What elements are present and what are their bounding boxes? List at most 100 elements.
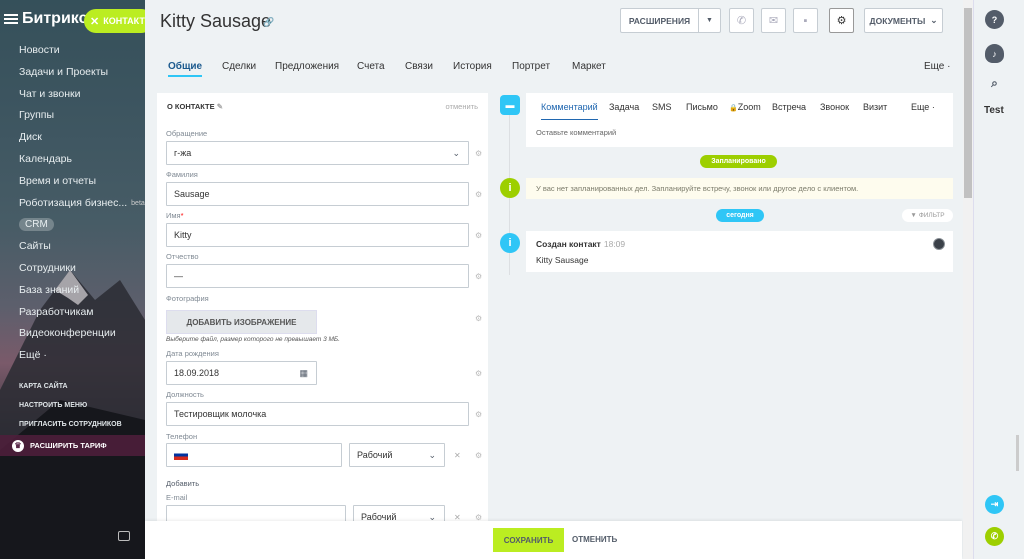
tabs-more[interactable]: Еще · xyxy=(924,55,950,77)
sidebar-item-sites[interactable]: Сайты xyxy=(0,236,145,258)
pencil-icon[interactable]: ✎ xyxy=(217,102,223,111)
timeline-tab-mail[interactable]: Письмо xyxy=(686,102,718,112)
remove-phone-icon[interactable]: ✕ xyxy=(454,451,461,460)
sidebar-item-groups[interactable]: Группы xyxy=(0,105,145,127)
tab-portrait[interactable]: Портрет xyxy=(512,55,550,77)
gear-icon[interactable]: ⚙ xyxy=(475,410,482,419)
phone-type-select[interactable]: Рабочий ⌄ xyxy=(349,443,445,467)
timeline-tab-meeting[interactable]: Встреча xyxy=(772,102,806,112)
contact-slider-tab[interactable]: ✕ КОНТАКТ xyxy=(84,9,145,33)
link-icon[interactable]: 🔗 xyxy=(263,17,274,28)
timeline-tab-comment[interactable]: Комментарий xyxy=(541,102,598,120)
form-cancel-link[interactable]: отменить xyxy=(446,102,478,111)
salutation-value: г-жа xyxy=(174,148,192,158)
middlename-field[interactable]: — xyxy=(166,264,469,288)
sidebar-item-tasks[interactable]: Задачи и Проекты xyxy=(0,62,145,84)
vertical-scrollbar[interactable] xyxy=(963,0,973,559)
gear-icon[interactable]: ⚙ xyxy=(475,314,482,323)
bell-icon[interactable]: ♪ xyxy=(985,44,1004,63)
invite-users-link[interactable]: ПРИГЛАСИТЬ СОТРУДНИКОВ xyxy=(0,415,145,434)
sidebar-item-crm[interactable]: CRM xyxy=(0,214,145,236)
exit-icon[interactable]: ⇥ xyxy=(985,495,1004,514)
tab-general[interactable]: Общие xyxy=(168,55,203,77)
mail-icon[interactable]: ✉ xyxy=(761,8,786,33)
sidebar-item-time-reports[interactable]: Время и отчеты xyxy=(0,171,145,193)
help-icon[interactable]: ? xyxy=(985,10,1004,29)
gear-icon[interactable]: ⚙ xyxy=(475,190,482,199)
salutation-select[interactable]: г-жа ⌄ xyxy=(166,141,469,165)
upgrade-plan-button[interactable]: ♛ РАСШИРИТЬ ТАРИФ xyxy=(0,435,145,456)
close-icon[interactable]: ✕ xyxy=(90,15,99,28)
filter-label: ФИЛЬТР xyxy=(918,212,945,219)
birthday-field[interactable]: 18.09.2018 ▦ xyxy=(166,361,317,385)
timeline-tab-task[interactable]: Задача xyxy=(609,102,639,112)
phone-icon[interactable]: ✆ xyxy=(729,8,754,33)
upgrade-plan-label: РАСШИРИТЬ ТАРИФ xyxy=(30,441,107,450)
sidebar-item-automation[interactable]: Роботизация бизнес... beta xyxy=(0,193,145,215)
sidebar-item-videoconf[interactable]: Видеоконференции xyxy=(0,323,145,345)
lastname-field[interactable]: Sausage xyxy=(166,182,469,206)
sidebar-item-knowledge[interactable]: База знаний xyxy=(0,280,145,302)
search-icon[interactable]: ⌕ xyxy=(985,74,1004,93)
filter-button[interactable]: ▼ ФИЛЬТР xyxy=(902,209,953,222)
bitrix-logo[interactable]: Битрикс xyxy=(22,10,87,28)
timeline-tab-call[interactable]: Звонок xyxy=(820,102,849,112)
cancel-button[interactable]: ОТМЕНИТЬ xyxy=(572,528,617,552)
chevron-down-icon[interactable]: ▼ xyxy=(698,9,720,32)
gear-icon[interactable]: ⚙ xyxy=(475,149,482,158)
sidebar-item-chat[interactable]: Чат и звонки xyxy=(0,84,145,106)
timeline-tab-zoom[interactable]: 🔒Zoom xyxy=(729,102,761,112)
phone-call-icon[interactable]: ✆ xyxy=(985,527,1004,546)
event-title-text: Создан контакт xyxy=(536,239,601,249)
gear-icon[interactable]: ⚙ xyxy=(475,451,482,460)
event-contact-name[interactable]: Kitty Sausage xyxy=(536,255,588,265)
add-image-button[interactable]: ДОБАВИТЬ ИЗОБРАЖЕНИЕ xyxy=(166,310,317,334)
tab-invoices[interactable]: Счета xyxy=(357,55,385,77)
phone-field[interactable] xyxy=(166,443,342,467)
chat-icon[interactable]: ▪ xyxy=(793,8,818,33)
event-title: Создан контакт 18:09 xyxy=(536,239,625,249)
tab-links[interactable]: Связи xyxy=(405,55,433,77)
beta-badge: beta xyxy=(131,199,145,207)
timeline-tabs-more[interactable]: Еще · xyxy=(911,102,935,112)
tab-deals[interactable]: Сделки xyxy=(222,55,256,77)
avatar[interactable] xyxy=(933,238,945,250)
calendar-icon[interactable]: ▦ xyxy=(299,362,308,384)
birthday-value: 18.09.2018 xyxy=(174,368,220,378)
birthday-label: Дата рождения xyxy=(166,349,219,358)
tab-history[interactable]: История xyxy=(453,55,492,77)
sidebar-item-drive[interactable]: Диск xyxy=(0,127,145,149)
scrollbar-thumb[interactable] xyxy=(964,8,972,198)
menu-burger-icon[interactable] xyxy=(4,14,18,24)
timeline-tab-sms[interactable]: SMS xyxy=(652,102,672,112)
tab-offers[interactable]: Предложения xyxy=(275,55,339,77)
timeline-event-created: Создан контакт 18:09 Kitty Sausage xyxy=(526,231,953,272)
sidebar-item-more[interactable]: Ещё · xyxy=(0,345,145,367)
timeline-tab-visit[interactable]: Визит xyxy=(863,102,887,112)
sitemap-link[interactable]: КАРТА САЙТА xyxy=(0,377,145,396)
firstname-field[interactable]: Kitty xyxy=(166,223,469,247)
documents-button[interactable]: ДОКУМЕНТЫ ⌄ xyxy=(864,8,943,33)
gear-icon[interactable]: ⚙ xyxy=(475,272,482,281)
event-time: 18:09 xyxy=(603,239,626,249)
tab-market[interactable]: Маркет xyxy=(572,55,606,77)
sidebar-item-employees[interactable]: Сотрудники xyxy=(0,258,145,280)
gear-icon[interactable]: ⚙ xyxy=(475,369,482,378)
panel-resize-handle[interactable] xyxy=(1016,435,1019,471)
gear-icon[interactable]: ⚙ xyxy=(829,8,854,33)
sidebar-item-calendar[interactable]: Календарь xyxy=(0,149,145,171)
user-label[interactable]: Test xyxy=(984,105,1004,116)
form-heading: О КОНТАКТЕ ✎ xyxy=(167,102,223,111)
configure-menu-link[interactable]: НАСТРОИТЬ МЕНЮ xyxy=(0,396,145,415)
add-phone-link[interactable]: Добавить xyxy=(166,479,199,488)
sidebar-item-developers[interactable]: Разработчикам xyxy=(0,302,145,324)
position-field[interactable]: Тестировщик молочка xyxy=(166,402,469,426)
save-button[interactable]: СОХРАНИТЬ xyxy=(493,528,564,552)
crm-contact-page: Битрикс ✕ КОНТАКТ Новости Задачи и Проек… xyxy=(0,0,1024,559)
comment-input[interactable]: Оставьте комментарий xyxy=(536,128,616,137)
extensions-button[interactable]: РАСШИРЕНИЯ ▼ xyxy=(620,8,721,33)
printer-icon[interactable] xyxy=(118,531,130,541)
gear-icon[interactable]: ⚙ xyxy=(475,231,482,240)
sidebar-item-news[interactable]: Новости xyxy=(0,40,145,62)
russia-flag-icon[interactable] xyxy=(174,449,188,460)
